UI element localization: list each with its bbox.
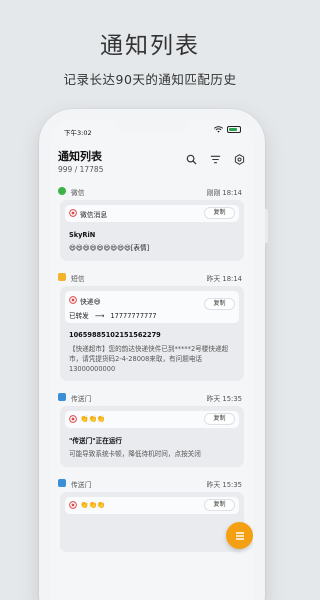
wechat-icon xyxy=(58,187,66,195)
status-bar: 下午3:02 xyxy=(51,125,253,139)
list-item[interactable]: 微信 刚刚 18:14 微信消息 复制 SkyRiN 😄😄😄😄😄😄😄😄😄[表情] xyxy=(51,183,253,261)
app-name: 传送门 xyxy=(71,481,92,489)
forward-arrow-icon: ⟶ xyxy=(94,312,105,320)
phone-frame: 下午3:02 通知列表 999 / 17785 微信 刚刚 18:14 微信消息… xyxy=(39,109,268,600)
promo-title: 通知列表 xyxy=(100,33,200,59)
forward-target: 17777777777 xyxy=(110,312,157,320)
menu-icon xyxy=(235,531,244,540)
message-title: "传送门"正在运行 xyxy=(69,437,123,445)
notification-list: 微信 刚刚 18:14 微信消息 复制 SkyRiN 😄😄😄😄😄😄😄😄😄[表情]… xyxy=(51,183,253,560)
settings-icon[interactable] xyxy=(234,154,245,165)
rule-row: 👏👏👏 复制 xyxy=(65,411,239,428)
sms-icon xyxy=(58,273,66,281)
phone-screen: 下午3:02 通知列表 999 / 17785 微信 刚刚 18:14 微信消息… xyxy=(51,119,253,600)
rule-panel: 快递😄 复制 已转发 ⟶ 17777777777 xyxy=(65,291,239,323)
phone-side-button xyxy=(265,209,268,243)
rule-name: 👏👏👏 xyxy=(80,501,106,509)
target-icon xyxy=(69,209,77,217)
target-icon xyxy=(69,415,77,423)
filter-icon[interactable] xyxy=(210,154,221,165)
message-time: 刚刚 18:14 xyxy=(206,189,242,197)
message-time: 昨天 15:35 xyxy=(206,481,242,489)
status-icons xyxy=(214,126,241,133)
message-text: 可能导致系统卡顿，降低待机时间，点按关闭 xyxy=(69,450,201,458)
rule-row: 微信消息 复制 xyxy=(65,205,239,222)
rule-name: 👏👏👏 xyxy=(80,415,106,423)
notification-count: 999 / 17785 xyxy=(58,165,104,174)
copy-button[interactable]: 复制 xyxy=(204,499,235,511)
forward-status: 已转发 xyxy=(69,312,89,320)
message-time: 昨天 15:35 xyxy=(206,395,242,403)
app-name: 传送门 xyxy=(71,395,92,403)
list-item[interactable]: 传送门 昨天 15:35 👏👏👏 复制 xyxy=(51,475,253,552)
app-name: 微信 xyxy=(71,189,85,197)
status-time: 下午3:02 xyxy=(64,129,92,137)
message-time: 昨天 18:14 xyxy=(206,275,242,283)
list-item[interactable]: 传送门 昨天 15:35 👏👏👏 复制 "传送门"正在运行 可能导致系统卡顿，降… xyxy=(51,389,253,467)
portal-icon xyxy=(58,479,66,487)
target-icon xyxy=(69,501,77,509)
rule-name: 微信消息 xyxy=(80,211,108,219)
page-title: 通知列表 xyxy=(58,150,102,163)
fab-menu-button[interactable] xyxy=(226,522,253,549)
battery-icon xyxy=(227,126,241,133)
message-card[interactable]: 快递😄 复制 已转发 ⟶ 17777777777 106598851021515… xyxy=(60,286,244,381)
message-text: 😄😄😄😄😄😄😄😄😄[表情] xyxy=(69,244,150,252)
message-card[interactable]: 微信消息 复制 SkyRiN 😄😄😄😄😄😄😄😄😄[表情] xyxy=(60,200,244,261)
search-icon[interactable] xyxy=(186,154,197,165)
copy-button[interactable]: 复制 xyxy=(204,413,235,425)
target-icon xyxy=(69,296,77,304)
message-card[interactable]: 👏👏👏 复制 "传送门"正在运行 可能导致系统卡顿，降低待机时间，点按关闭 xyxy=(60,406,244,467)
list-item[interactable]: 短信 昨天 18:14 快递😄 复制 已转发 ⟶ 17777777777 106… xyxy=(51,269,253,381)
copy-button[interactable]: 复制 xyxy=(204,298,235,310)
portal-icon xyxy=(58,393,66,401)
copy-button[interactable]: 复制 xyxy=(204,207,235,219)
app-header: 通知列表 999 / 17785 xyxy=(51,144,253,180)
message-card[interactable]: 👏👏👏 复制 xyxy=(60,492,244,552)
wifi-icon xyxy=(214,126,223,133)
message-title: SkyRiN xyxy=(69,231,96,239)
rule-row: 👏👏👏 复制 xyxy=(65,497,239,514)
app-name: 短信 xyxy=(71,275,85,283)
message-sender: 1065988510215156227​9 xyxy=(69,331,161,339)
message-text: 【快递超市】您的韵达快递快件已到*****2号楼快递超市，请凭提货码2-4-28… xyxy=(69,345,229,373)
rule-name: 快递😄 xyxy=(80,298,101,306)
promo-subtitle: 记录长达90天的通知匹配历史 xyxy=(63,72,237,87)
